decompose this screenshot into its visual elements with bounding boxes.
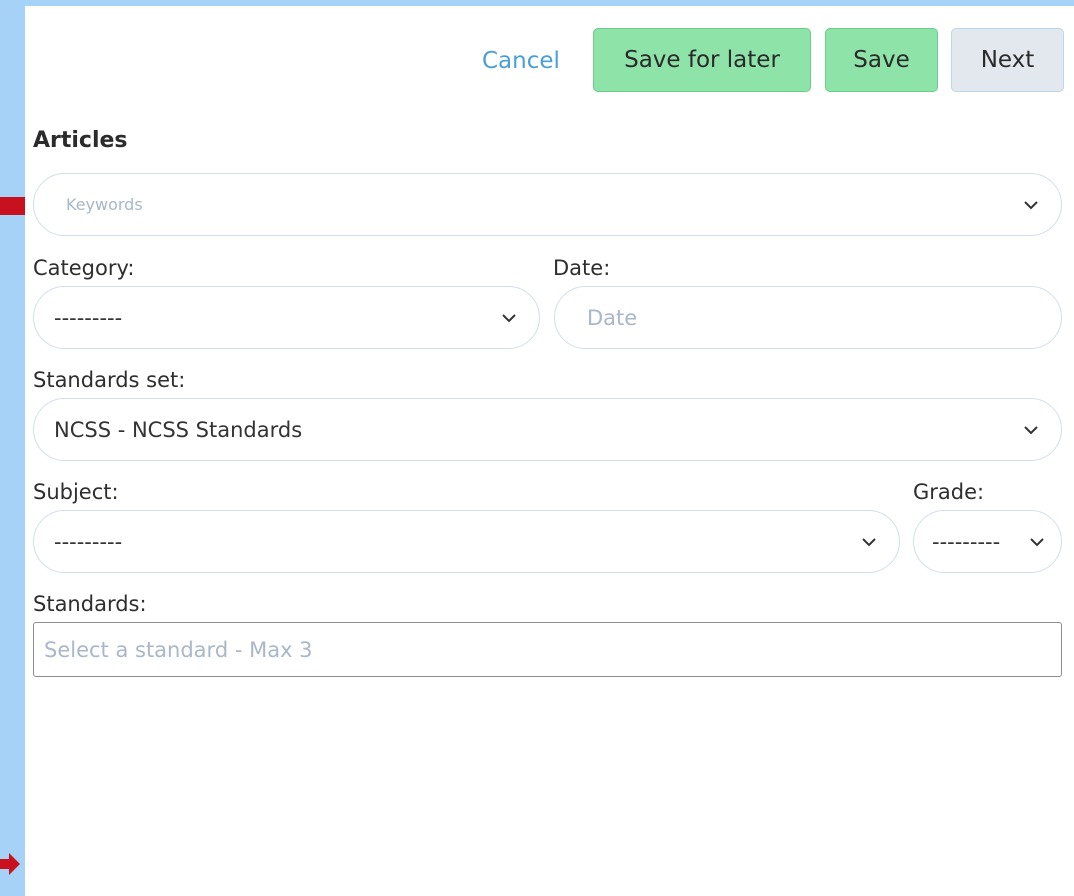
save-for-later-button[interactable]: Save for later — [593, 28, 811, 92]
section-title: Articles — [33, 128, 128, 153]
keywords-placeholder: Keywords — [66, 195, 143, 214]
form-panel: Cancel Save for later Save Next Articles… — [25, 6, 1074, 896]
category-select[interactable]: --------- — [33, 286, 540, 349]
red-arrow-icon — [0, 853, 20, 875]
standards-set-value: NCSS - NCSS Standards — [54, 417, 303, 442]
category-label: Category: — [33, 256, 135, 280]
next-button[interactable]: Next — [951, 28, 1064, 92]
date-input[interactable]: Date — [554, 286, 1062, 349]
subject-label: Subject: — [33, 480, 119, 504]
date-label: Date: — [553, 256, 611, 280]
date-placeholder: Date — [587, 305, 638, 330]
grade-select[interactable]: --------- — [913, 510, 1062, 573]
grade-value: --------- — [932, 529, 1001, 554]
grade-label: Grade: — [913, 480, 985, 504]
category-value: --------- — [54, 305, 123, 330]
chevron-down-icon — [1030, 537, 1044, 546]
standards-set-select[interactable]: NCSS - NCSS Standards — [33, 398, 1062, 461]
subject-value: --------- — [54, 529, 123, 554]
standards-placeholder: Select a standard - Max 3 — [44, 637, 313, 662]
standards-label: Standards: — [33, 592, 147, 616]
save-button[interactable]: Save — [825, 28, 938, 92]
standards-input[interactable]: Select a standard - Max 3 — [33, 622, 1062, 677]
cancel-button[interactable]: Cancel — [482, 42, 560, 80]
subject-select[interactable]: --------- — [33, 510, 900, 573]
chevron-down-icon — [1024, 200, 1038, 209]
chevron-down-icon — [502, 313, 516, 322]
chevron-down-icon — [1024, 425, 1038, 434]
chevron-down-icon — [862, 537, 876, 546]
keywords-select[interactable]: Keywords — [33, 173, 1062, 236]
standards-set-label: Standards set: — [33, 368, 186, 392]
